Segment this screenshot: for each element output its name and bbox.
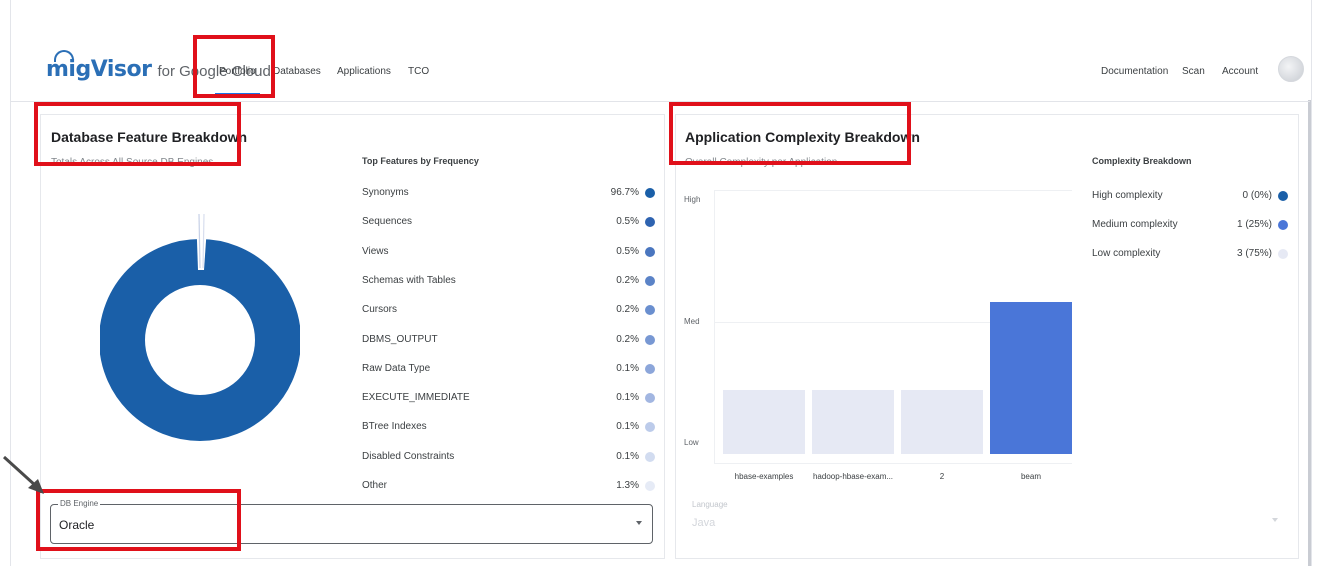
feature-row[interactable]: EXECUTE_IMMEDIATE 0.1% bbox=[362, 392, 656, 406]
chevron-down-icon[interactable] bbox=[1272, 518, 1278, 522]
nav-documentation[interactable]: Documentation bbox=[1101, 66, 1168, 77]
donut-slice-synonyms[interactable] bbox=[100, 239, 300, 441]
legend-dot-icon bbox=[1278, 220, 1288, 230]
complexity-row[interactable]: Medium complexity 1 (25%) bbox=[1092, 219, 1289, 233]
x-tick-label: beam bbox=[1020, 472, 1041, 481]
complexity-row[interactable]: Low complexity 3 (75%) bbox=[1092, 248, 1289, 262]
feature-row[interactable]: BTree Indexes 0.1% bbox=[362, 421, 656, 435]
nav-applications[interactable]: Applications bbox=[337, 66, 391, 77]
gridline bbox=[714, 463, 1072, 464]
y-tick-label: Low bbox=[684, 438, 699, 447]
complexity-label: Low complexity bbox=[1092, 248, 1161, 259]
feature-label: Sequences bbox=[362, 216, 413, 228]
feature-label: Schemas with Tables bbox=[362, 274, 456, 286]
feature-label: Other bbox=[362, 480, 388, 491]
legend-dot-icon bbox=[645, 422, 655, 433]
legend-dot-icon bbox=[645, 305, 655, 316]
feature-value: 96.7% bbox=[610, 187, 639, 198]
complexity-row[interactable]: High complexity 0 (0%) bbox=[1092, 190, 1289, 204]
nav-databases[interactable]: Databases bbox=[273, 66, 321, 77]
bar-3[interactable] bbox=[901, 390, 983, 454]
feature-value: 0.1% bbox=[616, 421, 639, 433]
legend-dot-icon bbox=[645, 451, 655, 462]
legend-dot-icon bbox=[1278, 191, 1288, 201]
complexity-value: 0 (0%) bbox=[1242, 190, 1272, 201]
feature-value: 0.1% bbox=[616, 362, 639, 374]
feature-value: 0.1% bbox=[616, 450, 639, 462]
complexity-value: 3 (75%) bbox=[1236, 248, 1272, 259]
feature-row[interactable]: Disabled Constraints 0.1% bbox=[362, 451, 656, 465]
feature-label: BTree Indexes bbox=[362, 421, 427, 433]
features-heading: Top Features by Frequency bbox=[362, 156, 479, 166]
feature-value: 1.3% bbox=[616, 480, 639, 491]
feature-row[interactable]: Cursors 0.2% bbox=[362, 304, 656, 318]
feature-label: Views bbox=[362, 245, 389, 257]
scrollbar[interactable] bbox=[1308, 100, 1311, 566]
legend-dot-icon bbox=[1278, 249, 1288, 259]
legend-dot-icon bbox=[645, 246, 655, 257]
nav-scan[interactable]: Scan bbox=[1182, 66, 1205, 77]
feature-donut-chart bbox=[100, 212, 300, 441]
x-tick-label: 2 bbox=[939, 472, 945, 481]
bar-1[interactable] bbox=[723, 390, 805, 454]
language-value: Java bbox=[692, 517, 716, 529]
y-tick-label: High bbox=[684, 195, 701, 204]
annotation-box-portfolio bbox=[193, 35, 275, 98]
feature-label: DBMS_OUTPUT bbox=[362, 333, 438, 345]
chevron-down-icon[interactable] bbox=[636, 521, 642, 525]
feature-row[interactable]: Sequences 0.5% bbox=[362, 216, 656, 230]
language-label: Language bbox=[692, 500, 728, 509]
feature-row[interactable]: DBMS_OUTPUT 0.2% bbox=[362, 334, 656, 348]
y-axis-line bbox=[714, 190, 715, 463]
legend-dot-icon bbox=[645, 217, 655, 228]
feature-label: Cursors bbox=[362, 304, 398, 316]
bar-2[interactable] bbox=[812, 390, 894, 454]
annotation-box-db-title bbox=[34, 102, 241, 166]
feature-value: 0.2% bbox=[616, 274, 639, 286]
feature-label: EXECUTE_IMMEDIATE bbox=[362, 392, 470, 404]
feature-row[interactable]: Synonyms 96.7% bbox=[362, 187, 656, 201]
complexity-label: Medium complexity bbox=[1092, 219, 1178, 230]
feature-label: Disabled Constraints bbox=[362, 450, 455, 462]
complexity-value: 1 (25%) bbox=[1236, 219, 1272, 230]
annotation-box-db-engine bbox=[36, 489, 241, 551]
x-tick-label: hadoop-hbase-exam... bbox=[812, 472, 894, 481]
annotation-box-app-title bbox=[669, 102, 911, 165]
feature-row[interactable]: Other 1.3% bbox=[362, 480, 656, 494]
legend-dot-icon bbox=[645, 393, 655, 404]
feature-value: 0.5% bbox=[616, 216, 639, 228]
x-tick-label: hbase-examples bbox=[734, 472, 794, 481]
legend-dot-icon bbox=[645, 188, 655, 198]
legend-dot-icon bbox=[645, 363, 655, 374]
avatar[interactable] bbox=[1278, 56, 1304, 82]
nav-tco[interactable]: TCO bbox=[408, 66, 429, 77]
feature-value: 0.2% bbox=[616, 304, 639, 316]
legend-dot-icon bbox=[645, 334, 655, 345]
arrow-icon bbox=[2, 455, 44, 494]
feature-row[interactable]: Raw Data Type 0.1% bbox=[362, 363, 656, 377]
feature-label: Synonyms bbox=[362, 187, 409, 198]
feature-row[interactable]: Schemas with Tables 0.2% bbox=[362, 275, 656, 289]
language-select[interactable]: Language Java bbox=[684, 500, 1284, 536]
feature-value: 0.5% bbox=[616, 245, 639, 257]
complexity-breakdown-heading: Complexity Breakdown bbox=[1092, 156, 1192, 166]
feature-value: 0.1% bbox=[616, 392, 639, 404]
complexity-bar-chart: Low Med High hbase-examples hadoop-hbase-exa… bbox=[684, 188, 1084, 488]
feature-label: Raw Data Type bbox=[362, 362, 431, 374]
bar-4[interactable] bbox=[990, 302, 1072, 454]
legend-dot-icon bbox=[645, 481, 655, 491]
gridline bbox=[714, 190, 1072, 191]
legend-dot-icon bbox=[645, 275, 655, 286]
complexity-label: High complexity bbox=[1092, 190, 1163, 201]
cloud-icon bbox=[54, 50, 74, 62]
feature-value: 0.2% bbox=[616, 333, 639, 345]
y-tick-label: Med bbox=[684, 317, 700, 326]
nav-account[interactable]: Account bbox=[1222, 66, 1258, 77]
feature-row[interactable]: Views 0.5% bbox=[362, 246, 656, 260]
